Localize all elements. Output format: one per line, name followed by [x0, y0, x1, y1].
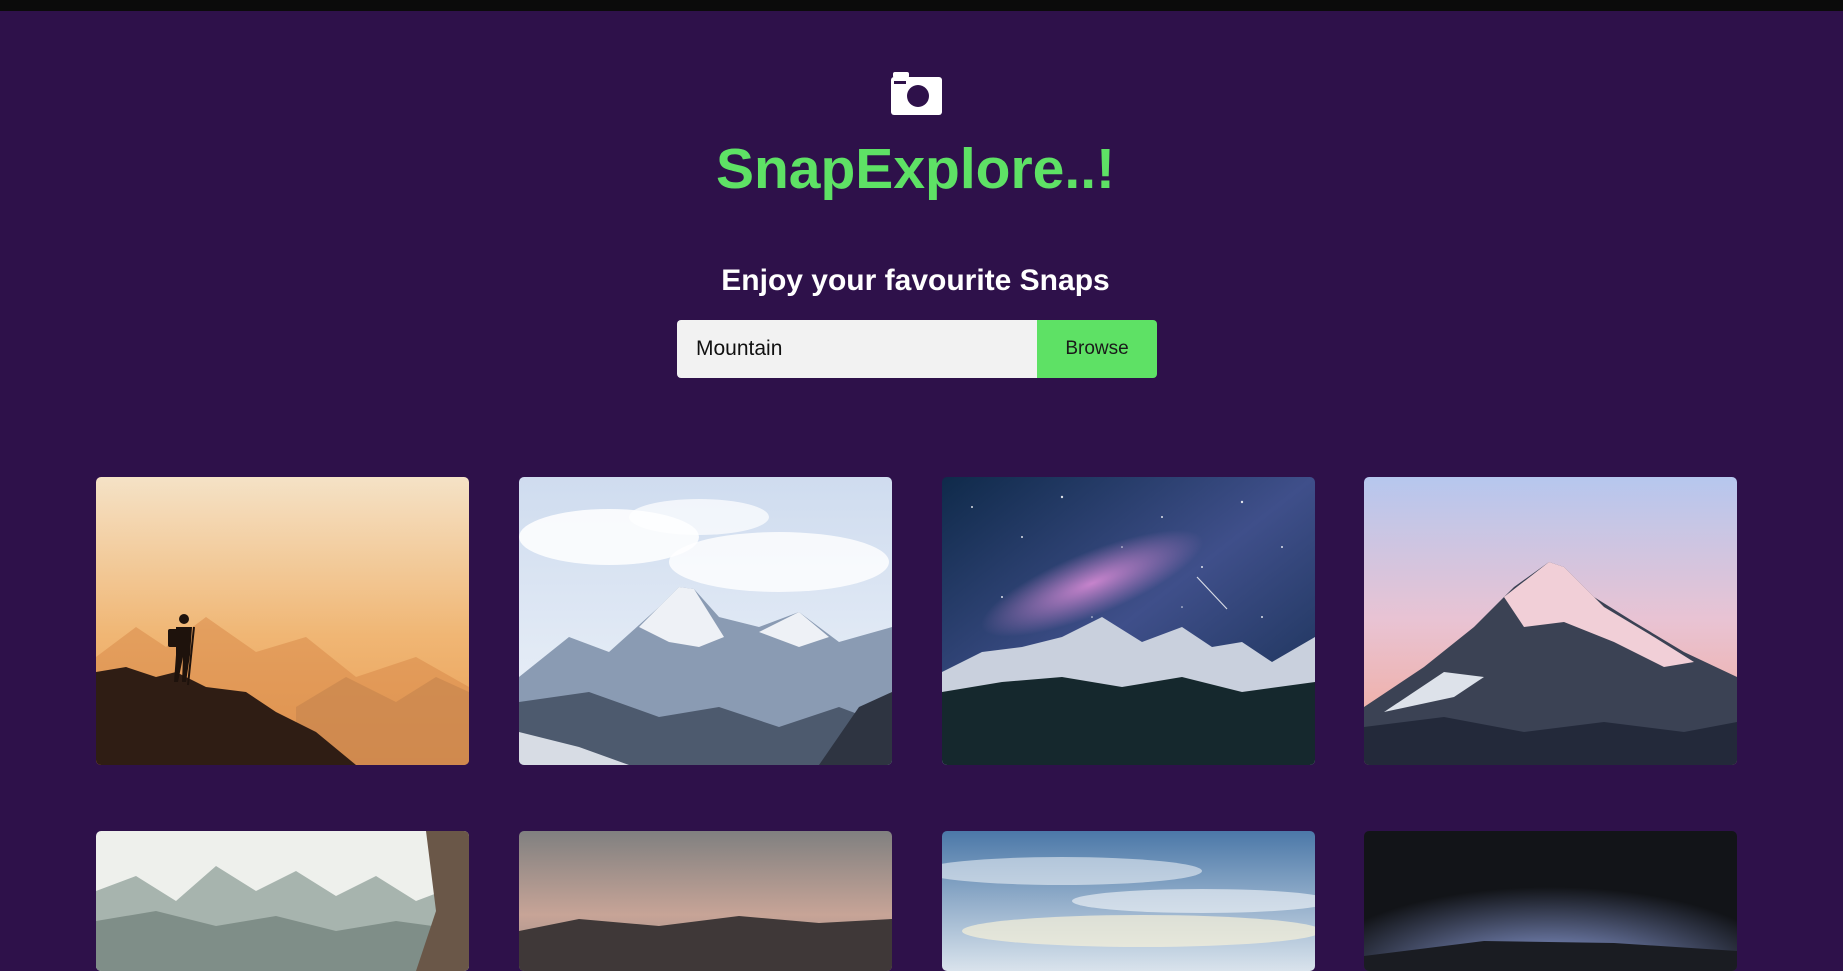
app: SnapExplore..! Enjoy your favourite Snap…	[0, 11, 1843, 971]
browse-button[interactable]: Browse	[1037, 320, 1157, 378]
gallery-image-8[interactable]	[1364, 831, 1737, 971]
camera-icon	[891, 68, 942, 125]
gallery-image-6[interactable]	[519, 831, 892, 971]
browser-top-bar	[0, 0, 1843, 11]
gallery-image-1[interactable]	[96, 477, 469, 765]
gallery-image-3[interactable]	[942, 477, 1315, 765]
app-subtitle: Enjoy your favourite Snaps	[721, 264, 1110, 297]
search-input[interactable]	[677, 320, 1037, 378]
gallery-image-2[interactable]	[519, 477, 892, 765]
gallery-image-5[interactable]	[96, 831, 469, 971]
app-title: SnapExplore..!	[715, 137, 1116, 201]
gallery-image-7[interactable]	[942, 831, 1315, 971]
gallery-image-4[interactable]	[1364, 477, 1737, 765]
search-form: Browse	[677, 320, 1157, 378]
